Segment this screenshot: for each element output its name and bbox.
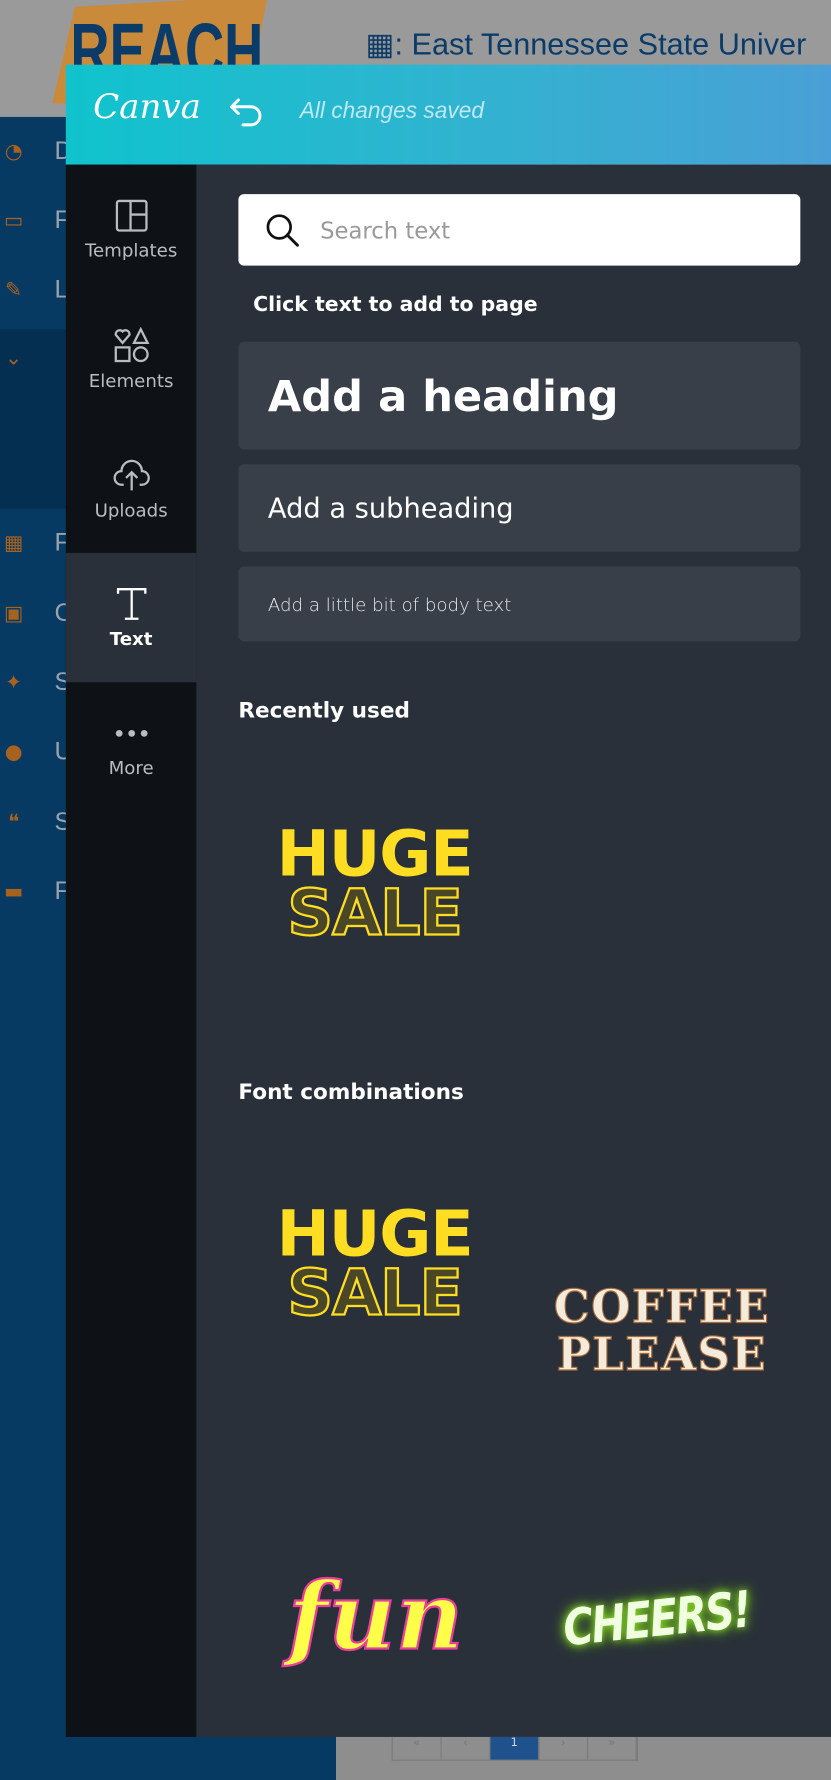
add-heading-button[interactable]: Add a heading bbox=[238, 341, 801, 450]
huge-sale-recent-thumbnail[interactable]: HUGE SALE bbox=[267, 817, 483, 950]
dashboard-icon: ◔ bbox=[4, 139, 23, 163]
twitter-icon: ✦ bbox=[5, 670, 23, 695]
edit-icon: ✎ bbox=[5, 277, 23, 302]
thumbnail-line: SALE bbox=[286, 875, 464, 950]
thumbnail-line: PLEASE bbox=[556, 1328, 767, 1382]
thumbnail-line: HUGE bbox=[276, 817, 474, 892]
rail-item-elements[interactable]: Elements bbox=[66, 294, 197, 423]
background-nav-item[interactable]: ▣ C bbox=[0, 596, 73, 630]
organization-title: ▦: East Tennessee State Univer bbox=[365, 27, 807, 62]
chevron-down-icon: ⌄ bbox=[5, 345, 23, 370]
pagination-button[interactable]: « bbox=[393, 1736, 442, 1760]
more-dots-icon bbox=[115, 729, 148, 737]
drive-icon: ▭ bbox=[3, 208, 24, 233]
comments-icon: ❝ bbox=[8, 810, 20, 834]
huge-sale-thumbnail[interactable]: HUGE SALE bbox=[267, 1197, 483, 1330]
undo-icon[interactable] bbox=[227, 93, 266, 132]
text-icon bbox=[116, 587, 146, 620]
search-icon bbox=[266, 213, 299, 247]
rail-label: Templates bbox=[84, 238, 178, 261]
coffee-please-thumbnail[interactable]: COFFEE PLEASE bbox=[548, 1280, 775, 1382]
calendar-icon: ▣ bbox=[3, 601, 24, 625]
text-panel: Click text to add to page Add a heading … bbox=[196, 164, 831, 1737]
background-nav-item[interactable]: ⌄ bbox=[0, 341, 54, 375]
click-hint: Click text to add to page bbox=[253, 292, 538, 317]
background-nav-item[interactable]: ✎ L bbox=[0, 272, 68, 306]
search-box[interactable] bbox=[238, 194, 801, 266]
cheers-thumbnail[interactable]: CHEERS! bbox=[543, 1581, 770, 1658]
users-icon: ● bbox=[4, 739, 23, 764]
background-nav-item[interactable]: ❝ S bbox=[0, 805, 71, 839]
pagination-button[interactable]: ‹ bbox=[442, 1736, 491, 1760]
add-subheading-button[interactable]: Add a subheading bbox=[238, 464, 801, 552]
thumbnail-line: SALE bbox=[286, 1256, 464, 1330]
background-nav-item[interactable]: ▦ F bbox=[0, 526, 70, 560]
canva-logo[interactable]: Canva bbox=[93, 87, 201, 127]
background-nav-item[interactable]: ● U bbox=[0, 735, 73, 769]
templates-icon bbox=[115, 199, 148, 232]
font-combinations-title: Font combinations bbox=[238, 1079, 464, 1105]
save-status: All changes saved bbox=[299, 98, 484, 124]
add-body-text-button[interactable]: Add a little bit of body text bbox=[238, 566, 801, 642]
rail-label: Text bbox=[109, 627, 153, 649]
canva-editor: Canva All changes saved Templates Elemen… bbox=[65, 64, 831, 1737]
rail-label: Elements bbox=[88, 369, 174, 392]
pagination: «‹ 1 ›» bbox=[391, 1736, 639, 1761]
recently-used-title: Recently used bbox=[238, 698, 410, 724]
elements-icon bbox=[114, 326, 149, 362]
thumbnail-line: COFFEE bbox=[553, 1280, 770, 1334]
canva-header: Canva All changes saved bbox=[65, 64, 831, 165]
side-rail: Templates Elements Uploads Text More bbox=[65, 164, 197, 1737]
building-icon: ▦ bbox=[365, 27, 395, 62]
pagination-button[interactable]: » bbox=[588, 1736, 637, 1760]
background-nav-item[interactable]: ▬ F bbox=[0, 874, 70, 908]
rail-label: More bbox=[108, 756, 154, 779]
thumbnail-line: CHEERS! bbox=[560, 1580, 753, 1658]
search-input[interactable] bbox=[317, 215, 777, 245]
fun-thumbnail[interactable]: fun bbox=[262, 1562, 489, 1672]
rail-item-text[interactable]: Text bbox=[65, 552, 197, 683]
pagination-button[interactable]: › bbox=[539, 1736, 589, 1760]
pagination-button[interactable]: 1 bbox=[490, 1736, 540, 1760]
upload-cloud-icon bbox=[112, 459, 150, 490]
rail-label: Uploads bbox=[94, 498, 168, 521]
monitor-icon: ▬ bbox=[3, 879, 24, 904]
thumbnail-line: HUGE bbox=[276, 1197, 474, 1272]
thumbnail-line: fun bbox=[287, 1562, 465, 1672]
background-nav-item[interactable]: ◔ D bbox=[0, 134, 73, 168]
film-icon: ▦ bbox=[3, 530, 24, 555]
rail-item-templates[interactable]: Templates bbox=[66, 165, 197, 294]
background-nav-item[interactable]: ✦ S bbox=[0, 665, 71, 699]
rail-item-more[interactable]: More bbox=[66, 682, 197, 811]
background-nav-item[interactable]: ▭ F bbox=[0, 203, 70, 237]
rail-item-uploads[interactable]: Uploads bbox=[66, 423, 197, 552]
